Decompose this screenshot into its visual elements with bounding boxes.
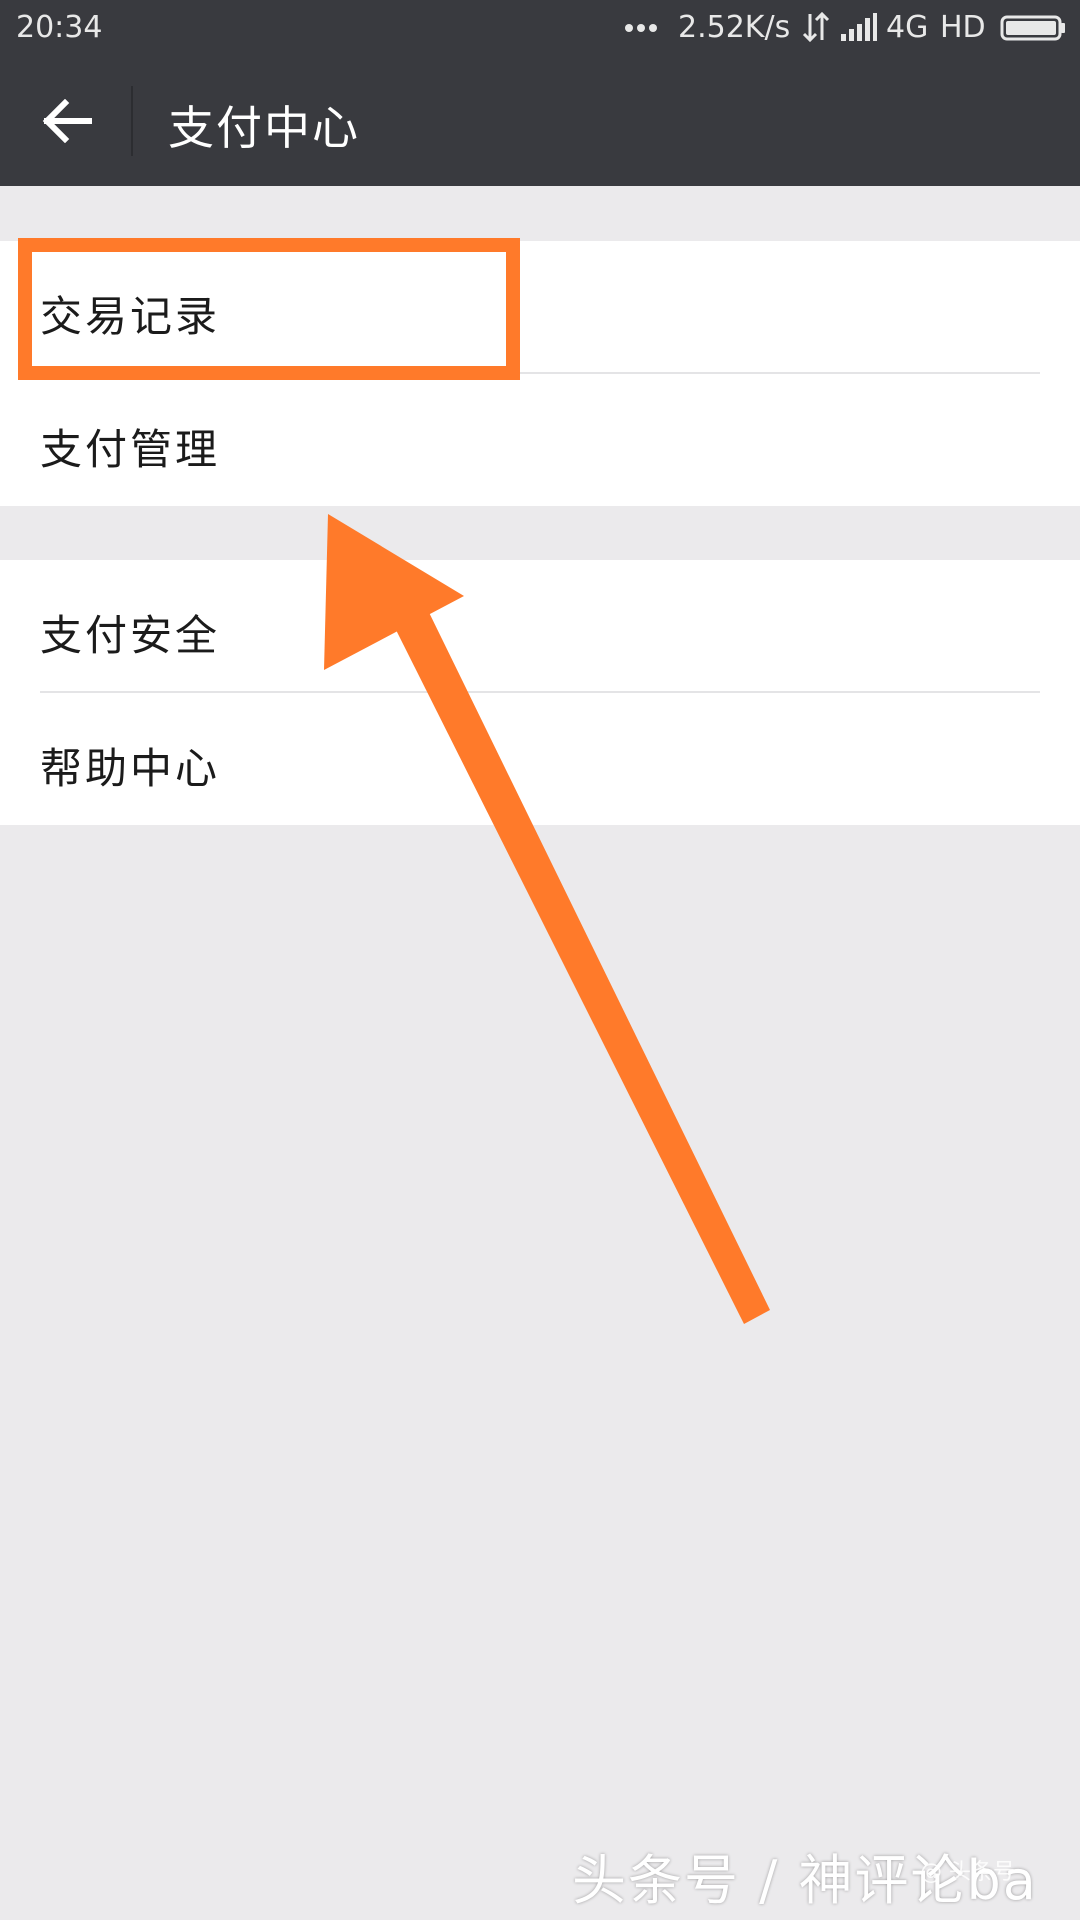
title-bar: 20:34 2.52K/s 4G HD 支付中心 [0, 0, 1080, 186]
menu-item-label: 支付安全 [40, 611, 221, 660]
menu-item-label: 支付管理 [40, 425, 221, 474]
menu-item-payment-management[interactable]: 支付管理 [0, 374, 1080, 506]
arrow-left-icon [42, 99, 92, 143]
battery-icon [1000, 15, 1065, 41]
watermark-small: @ 头条号 [920, 1860, 1015, 1885]
more-dots-icon [625, 24, 657, 32]
menu-group-1: 交易记录 支付管理 [0, 241, 1080, 506]
status-speed: 2.52K/s [678, 10, 791, 45]
data-transfer-icon [802, 11, 830, 43]
menu-group-2: 支付安全 帮助中心 [0, 560, 1080, 825]
signal-icon [841, 13, 877, 41]
menu-item-help-center[interactable]: 帮助中心 [0, 693, 1080, 825]
page-title: 支付中心 [168, 101, 360, 155]
status-time: 20:34 [16, 10, 103, 45]
menu-item-payment-security[interactable]: 支付安全 [0, 560, 1080, 692]
menu-item-label: 交易记录 [40, 292, 221, 341]
status-hd: HD [940, 10, 986, 45]
menu-item-label: 帮助中心 [40, 744, 221, 793]
back-button[interactable] [30, 84, 104, 158]
title-divider [131, 86, 133, 156]
status-bar: 20:34 2.52K/s 4G HD [0, 0, 1080, 58]
status-network: 4G [886, 10, 929, 45]
menu-item-transaction-records[interactable]: 交易记录 [0, 241, 1080, 373]
